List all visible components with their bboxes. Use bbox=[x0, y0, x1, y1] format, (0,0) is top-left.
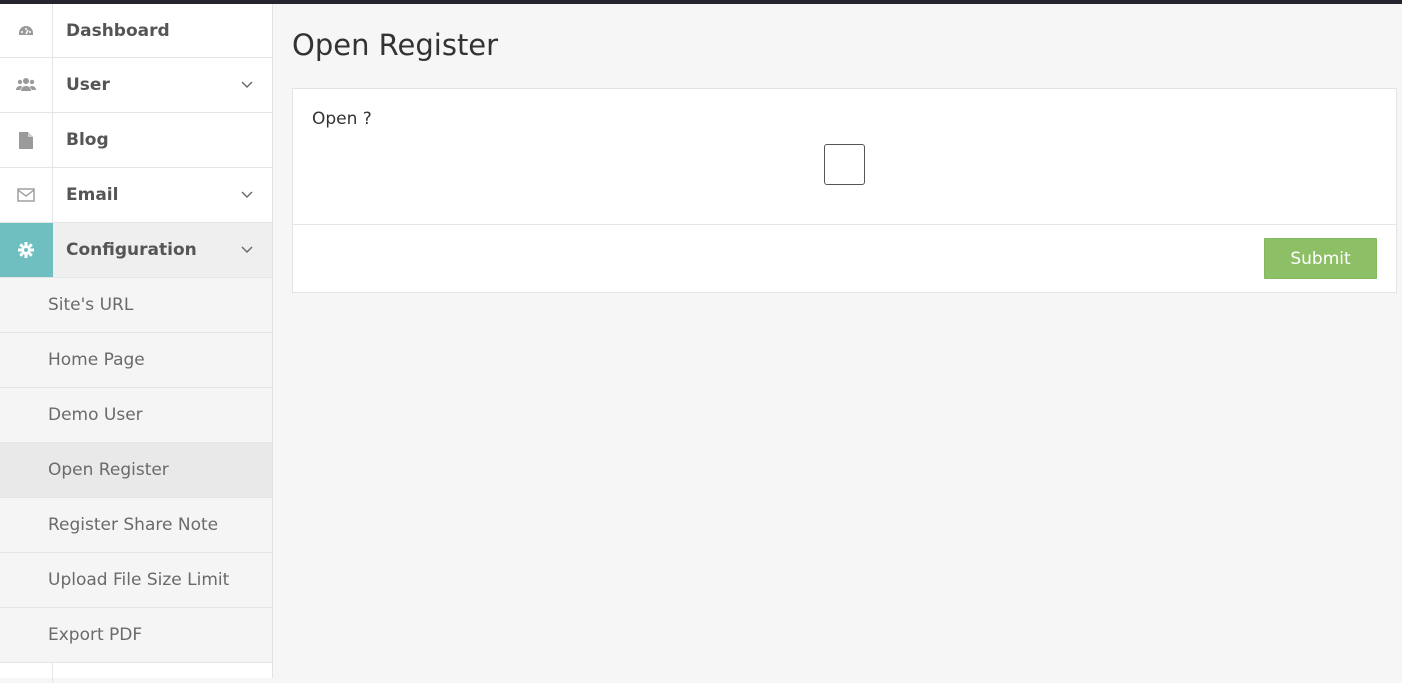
document-icon bbox=[0, 113, 53, 167]
sidebar-subitem-sites-url[interactable]: Site's URL bbox=[0, 278, 272, 333]
submit-button[interactable]: Submit bbox=[1264, 238, 1377, 279]
page-title: Open Register bbox=[292, 28, 499, 62]
sidebar-item-label: Email bbox=[66, 185, 119, 205]
sidebar-item-blog[interactable]: Blog bbox=[0, 113, 272, 168]
envelope-icon bbox=[0, 168, 53, 222]
sidebar-item-label: User bbox=[66, 75, 110, 95]
sidebar-item-email[interactable]: Email bbox=[0, 168, 272, 223]
sidebar-item-dashboard[interactable]: Dashboard bbox=[0, 4, 272, 58]
open-field-label: Open ? bbox=[312, 109, 372, 129]
sidebar-subitem-register-share-note[interactable]: Register Share Note bbox=[0, 498, 272, 553]
users-icon bbox=[0, 58, 53, 112]
sidebar-subitem-open-register[interactable]: Open Register bbox=[0, 443, 272, 498]
sidebar-subitem-demo-user[interactable]: Demo User bbox=[0, 388, 272, 443]
form-panel: Open ? Submit bbox=[292, 88, 1397, 293]
sidebar-item-label: Dashboard bbox=[66, 20, 170, 41]
sidebar-item-label: Blog bbox=[66, 130, 109, 150]
sidebar-tail bbox=[0, 663, 272, 683]
divider bbox=[52, 663, 53, 683]
chevron-down-icon bbox=[222, 81, 272, 89]
main-content: Open Register Open ? Submit bbox=[273, 4, 1402, 678]
sidebar-subitem-home-page[interactable]: Home Page bbox=[0, 333, 272, 388]
open-checkbox[interactable] bbox=[824, 144, 865, 185]
gear-icon bbox=[0, 223, 53, 277]
sidebar-subitem-export-pdf[interactable]: Export PDF bbox=[0, 608, 272, 663]
sidebar-subitem-upload-file-size-limit[interactable]: Upload File Size Limit bbox=[0, 553, 272, 608]
sidebar-item-configuration[interactable]: Configuration bbox=[0, 223, 272, 278]
chevron-down-icon bbox=[222, 246, 272, 254]
dashboard-icon bbox=[0, 4, 53, 57]
form-footer: Submit bbox=[293, 224, 1396, 293]
sidebar: Dashboard User Blog Email Configuration bbox=[0, 4, 273, 683]
sidebar-item-label: Configuration bbox=[66, 240, 197, 260]
chevron-down-icon bbox=[222, 191, 272, 199]
sidebar-item-user[interactable]: User bbox=[0, 58, 272, 113]
